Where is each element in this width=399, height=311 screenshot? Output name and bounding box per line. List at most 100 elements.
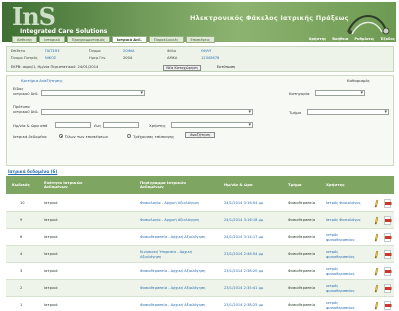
cell-department: Φυσιοθεραπεία — [288, 235, 316, 240]
cell-section: Ιατρικά — [44, 303, 58, 308]
cell-template[interactable]: Φυσιοθεραπεία - Αρχική Αξιολόγηση — [140, 280, 214, 297]
cell-datetime[interactable]: 24/1/2014 3:14:17 μμ — [224, 229, 276, 246]
table-row[interactable]: 10 Ιατρικά Φυσιολογία - Αρχική Αξιολόγηση 2… — [6, 195, 394, 212]
cell-department: Φυσιοθεραπεία — [288, 303, 316, 308]
logo-letters: InS — [12, 2, 56, 31]
table-row[interactable]: 3 Ιατρικά Φυσιοθεραπεία - Αρχική Αξιολόγησ… — [6, 263, 394, 280]
surname-label: Επίθετο — [11, 49, 26, 53]
pencil-icon[interactable] — [374, 233, 379, 242]
radio-all-visits[interactable] — [59, 134, 63, 138]
cell-section: Ιατρικά — [44, 269, 58, 274]
col-code[interactable]: Κωδικός — [12, 176, 34, 194]
cell-template[interactable]: Φυσιοθεραπεία - Αρχική Αξιολόγηση — [140, 297, 214, 311]
menu-user[interactable]: Χρήστης — [309, 37, 327, 41]
pencil-icon[interactable] — [374, 267, 379, 276]
user-select[interactable] — [171, 122, 253, 128]
pdf-icon[interactable] — [384, 233, 392, 242]
cell-code: 4 — [20, 252, 23, 257]
col-section[interactable]: Ενότητα Ιατρικών Δεδομένων — [44, 176, 100, 194]
cell-user[interactable]: Ιατρός Φυσιολόγος — [326, 212, 366, 229]
cell-section: Ιατρικά — [44, 218, 58, 223]
pencil-icon[interactable] — [374, 284, 379, 293]
department-select[interactable] — [307, 109, 389, 115]
pencil-icon[interactable] — [374, 199, 379, 208]
cell-user[interactable]: ιατρός φυσιοθεραπείας — [326, 280, 366, 297]
pencil-icon[interactable] — [374, 216, 379, 225]
birthdate-value: 2004 — [123, 56, 133, 60]
col-datetime[interactable]: Ημ/νία & ώρα — [224, 176, 272, 194]
table-row[interactable]: 9 Ιατρικά Φυσιολογία - Αρχική Αξιολόγηση 24… — [6, 212, 394, 229]
father-value: ΝΙΚΟΣ — [45, 56, 57, 60]
subtype-label: Πρότυπο ιατρικού δεδ. — [13, 104, 39, 114]
page: InS Integrated Care Solutions Ηλεκτρονικ… — [0, 0, 399, 311]
pencil-icon[interactable] — [374, 250, 379, 259]
firstname-label: Όνομα — [89, 49, 101, 53]
criteria-label: Κριτήρια Αναζήτησης — [21, 78, 63, 83]
radio-current-label: Τρέχουσας επίσκεψης — [133, 134, 175, 139]
cell-code: 9 — [20, 218, 23, 223]
firstname-value: ΣΟΦΙΑ — [123, 49, 135, 53]
menu-help[interactable]: Βοήθεια — [332, 37, 348, 41]
cell-template[interactable]: Φυσιοθεραπεία - Αρχική Αξιολόγηση — [140, 229, 214, 246]
pdf-icon[interactable] — [384, 199, 392, 208]
table-row[interactable]: 1 Ιατρικά Φυσιοθεραπεία - Αρχική Αξιολόγησ… — [6, 297, 394, 311]
new-entry-button[interactable]: Νέα Καταχώρηση — [163, 65, 201, 71]
tab-medical-data[interactable]: Ιατρικά Δεδ. — [111, 36, 147, 43]
cell-template[interactable]: Φυσιοθεραπεία - Αρχική Αξιολόγηση — [140, 263, 214, 280]
cell-datetime[interactable]: 23/1/2014 2:35:41 μμ — [224, 280, 276, 297]
top-right-menu: Χρήστης Βοήθεια Ρυθμίσεις Έξοδος — [309, 37, 395, 41]
radio-all-label: Όλων των επισκέψεων — [65, 134, 108, 139]
pdf-icon[interactable] — [384, 216, 392, 225]
pdf-icon[interactable] — [384, 250, 392, 259]
pdf-icon[interactable] — [384, 267, 392, 276]
father-label: Όνομα Πατρός — [11, 56, 38, 60]
tab-paraclinical[interactable]: Παρακλινικές — [148, 36, 184, 43]
cell-template[interactable]: Φυσιολογία - Αρχική Αξιολόγηση — [140, 212, 214, 229]
cell-user[interactable]: Ιατρός Φυσιολόγος — [326, 195, 366, 212]
cell-code: 2 — [20, 286, 23, 291]
table-row[interactable]: 6 Ιατρικά Φυσιοθεραπεία - Αρχική Αξιολόγησ… — [6, 229, 394, 246]
cell-code: 10 — [20, 201, 25, 206]
cell-user[interactable]: ιατρός φυσιοθεραπείας — [326, 297, 366, 311]
gender-value: ΘΗΛΥ — [201, 49, 212, 53]
amka-value: 12345678 — [201, 56, 220, 60]
tab-history[interactable]: Ιστορικό — [39, 36, 65, 43]
cell-datetime[interactable]: 23/1/2014 2:38:20 μμ — [224, 263, 276, 280]
cell-template[interactable]: Φυσιολογία - Αρχική Αξιολόγηση — [140, 195, 214, 212]
results-title: Ιατρικά δεδομένα (6) — [8, 169, 58, 174]
cell-datetime[interactable]: 23/1/2014 2:46:54 μμ — [224, 246, 276, 263]
cell-datetime[interactable]: 24/1/2014 3:16:04 μμ — [224, 195, 276, 212]
search-button[interactable]: Αναζήτηση — [185, 132, 215, 138]
col-template[interactable]: Περίγραμμα Ιατρικών Δεδομένων — [140, 176, 204, 194]
date-from-input[interactable] — [55, 122, 91, 128]
pencil-icon[interactable] — [374, 301, 379, 310]
cell-user[interactable]: ιατρός φυσιοθεραπείας — [326, 263, 366, 280]
menu-logout[interactable]: Έξοδος — [380, 37, 395, 41]
clear-link[interactable]: Καθαρισμός — [347, 78, 370, 83]
cell-user[interactable]: ιατρός φυσιοθεραπείας — [326, 246, 366, 263]
cell-template[interactable]: Κινησιακή Υπηρεσία - Αρχική Αξιολόγηση — [140, 246, 214, 263]
table-row[interactable]: 4 Ιατρικά Κινησιακή Υπηρεσία - Αρχική Αξιο… — [6, 246, 394, 263]
print-button[interactable]: Εκτύπωση — [211, 65, 241, 71]
cell-datetime[interactable]: 23/1/2014 2:38:25 μμ — [224, 297, 276, 311]
type-select[interactable] — [41, 90, 145, 96]
department-label: Τμήμα — [289, 110, 302, 115]
cell-datetime[interactable]: 24/1/2014 3:16:18 μμ — [224, 212, 276, 229]
category-select[interactable] — [315, 90, 365, 96]
results-table-header: Κωδικός Ενότητα Ιατρικών Δεδομένων Περίγ… — [6, 176, 394, 194]
tab-patient[interactable]: Ασθενής — [12, 36, 38, 43]
menu-settings[interactable]: Ρυθμίσεις — [354, 37, 374, 41]
subtype-select[interactable] — [41, 109, 253, 115]
date-to-input[interactable] — [103, 122, 139, 128]
birthdate-label: Ημερ.Γεν. — [89, 56, 107, 60]
cell-code: 3 — [20, 269, 23, 274]
tab-visits[interactable]: Επισκέψεις — [185, 36, 216, 43]
radio-current-visit[interactable] — [127, 134, 131, 138]
col-department[interactable]: Τμήμα — [288, 176, 314, 194]
tab-scheduling[interactable]: Προγραμματισμός — [66, 36, 110, 43]
pdf-icon[interactable] — [384, 301, 392, 310]
col-user[interactable]: Χρήστης — [326, 176, 360, 194]
pdf-icon[interactable] — [384, 284, 392, 293]
table-row[interactable]: 2 Ιατρικά Φυσιοθεραπεία - Αρχική Αξιολόγησ… — [6, 280, 394, 297]
cell-user[interactable]: ιατρός φυσιοθεραπείας — [326, 229, 366, 246]
